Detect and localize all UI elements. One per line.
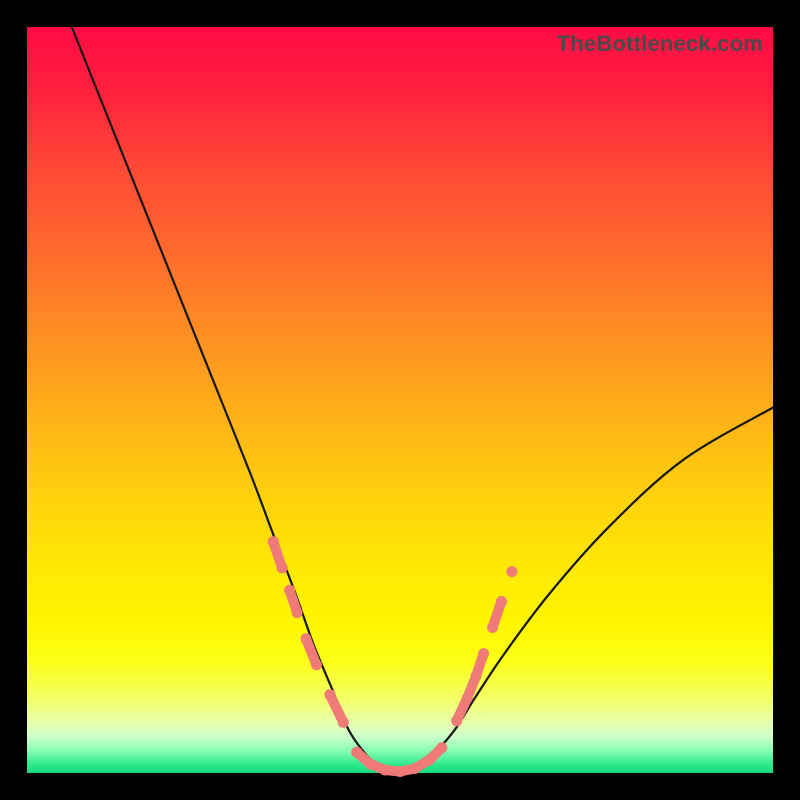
marker-dot [338,717,349,728]
marker-dot [451,715,462,726]
chart-svg [27,27,773,773]
marker-dot [284,585,295,596]
bottleneck-curve [72,27,773,774]
marker-dot [268,536,279,547]
marker-dot [496,596,507,607]
marker-dot [365,759,376,770]
marker-dot [311,659,322,670]
chart-frame: TheBottleneck.com [0,0,800,800]
marker-dot [471,671,482,682]
marker-dot [395,766,406,777]
marker-dot [324,689,335,700]
markers-right [451,566,517,726]
marker-dot [380,765,391,776]
marker-dot [277,562,288,573]
marker-dot [351,747,362,758]
markers-bottom [351,742,447,777]
marker-dot [301,633,312,644]
plot-area: TheBottleneck.com [27,27,773,773]
marker-dot [506,566,517,577]
marker-dot [478,648,489,659]
marker-dot [292,607,303,618]
marker-dot [424,754,435,765]
marker-dot [462,693,473,704]
marker-dot [409,763,420,774]
marker-dot [436,742,447,753]
marker-dot [487,622,498,633]
